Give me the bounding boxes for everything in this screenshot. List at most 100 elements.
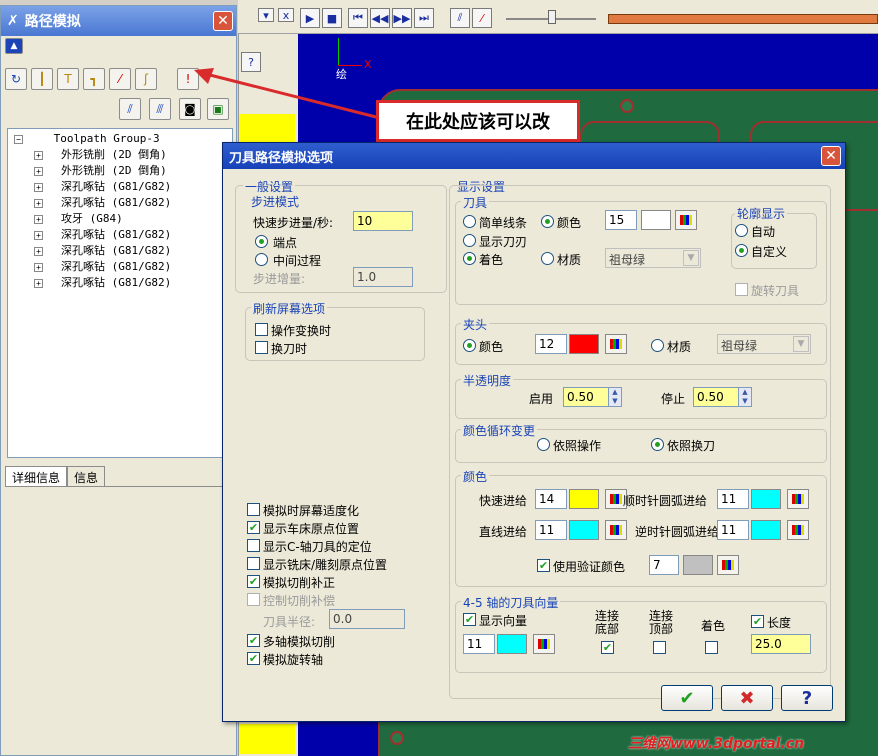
verify-color-checkbox[interactable]: ✔ — [537, 559, 550, 572]
rewind-icon[interactable]: ⏮ — [348, 8, 368, 28]
holder-icon[interactable]: T — [57, 68, 79, 90]
by-op-radio[interactable] — [537, 438, 550, 451]
stop-spinner[interactable]: ▲ ▼ — [738, 387, 752, 407]
auto-radio[interactable] — [735, 224, 748, 237]
op-change-checkbox[interactable] — [255, 323, 268, 336]
ok-button[interactable]: ✔ — [661, 685, 713, 711]
ccw-arc-input[interactable]: 11 — [717, 520, 749, 540]
connect-top-checkbox[interactable] — [653, 641, 666, 654]
palette-icon[interactable] — [675, 210, 697, 230]
expand-icon[interactable]: + — [34, 182, 43, 192]
expand-icon[interactable]: + — [34, 246, 43, 256]
start-input[interactable]: 0.50 — [563, 387, 609, 407]
mill-origin-checkbox[interactable] — [247, 557, 260, 570]
c-axis-checkbox[interactable] — [247, 539, 260, 552]
path-display-icon[interactable]: ⫽ — [119, 98, 141, 120]
by-tool-radio[interactable] — [651, 438, 664, 451]
vector-color-input[interactable]: 11 — [463, 634, 495, 654]
palette-icon[interactable] — [787, 520, 809, 540]
palette-icon[interactable] — [605, 520, 627, 540]
tree-item[interactable]: + 深孔啄钻 (G81/G82) — [34, 227, 171, 243]
expand-icon[interactable]: + — [34, 230, 43, 240]
length-input[interactable]: 25.0 — [751, 634, 811, 654]
chevron-down-icon[interactable]: ▼ — [683, 250, 699, 266]
verify-color-input[interactable]: 7 — [649, 555, 679, 575]
toolpath-tree[interactable]: − Toolpath Group-3 + 外形铣削 (2D 倒角) + 外形铣削 (… — [7, 128, 233, 458]
step-forward-icon[interactable]: ▶▶ — [392, 8, 412, 28]
linear-color-input[interactable]: 11 — [535, 520, 567, 540]
holder-color-radio[interactable] — [463, 339, 476, 352]
refresh-icon[interactable]: ↻ — [5, 68, 27, 90]
expand-icon[interactable]: + — [34, 198, 43, 208]
tree-item[interactable]: + 深孔啄钻 (G81/G82) — [34, 179, 171, 195]
vector-shade-checkbox[interactable] — [705, 641, 718, 654]
length-checkbox[interactable]: ✔ — [751, 615, 764, 628]
palette-icon[interactable] — [605, 334, 627, 354]
fixture-icon[interactable]: ┓ — [83, 68, 105, 90]
holder-material-radio[interactable] — [651, 339, 664, 352]
tree-item[interactable]: + 深孔啄钻 (G81/G82) — [34, 275, 171, 291]
dialog-close-button[interactable]: ✕ — [821, 146, 841, 166]
holder-color-input[interactable]: 12 — [535, 334, 567, 354]
expand-icon[interactable]: + — [34, 150, 43, 160]
cut-comp-checkbox[interactable]: ✔ — [247, 575, 260, 588]
multi-path-icon[interactable]: ⫻ — [149, 98, 171, 120]
palette-icon[interactable] — [787, 489, 809, 509]
tool-radius-input[interactable]: 0.0 — [329, 609, 405, 629]
lathe-origin-checkbox[interactable]: ✔ — [247, 521, 260, 534]
fast-forward-icon[interactable]: ⏭ — [414, 8, 434, 28]
tool-change-checkbox[interactable] — [255, 341, 268, 354]
progress-bar[interactable] — [608, 14, 878, 24]
stop-icon[interactable]: ■ — [322, 8, 342, 28]
panel-close-button[interactable]: ✕ — [213, 11, 233, 31]
chevron-down-icon[interactable]: ▼ — [793, 336, 809, 352]
path-icon[interactable]: ⁄ — [109, 68, 131, 90]
cancel-button[interactable]: ✖ — [721, 685, 773, 711]
rapid-input[interactable]: 10 — [353, 211, 413, 231]
custom-radio[interactable] — [735, 244, 748, 257]
tab-details[interactable]: 详细信息 — [5, 466, 68, 486]
tree-item[interactable]: + 外形铣削 (2D 倒角) — [34, 147, 167, 163]
dropdown-icon[interactable]: ▾ — [258, 8, 274, 22]
x-button[interactable]: x — [278, 8, 294, 22]
tab-info[interactable]: 信息 — [67, 466, 106, 486]
tool-material-select[interactable]: 祖母绿 ▼ — [605, 248, 701, 268]
cw-arc-input[interactable]: 11 — [717, 489, 749, 509]
boot-icon[interactable]: ʃ — [135, 68, 157, 90]
help-button[interactable]: ? — [781, 685, 833, 711]
play-icon[interactable]: ▶ — [300, 8, 320, 28]
stop-input[interactable]: 0.50 — [693, 387, 739, 407]
connect-bottom-checkbox[interactable]: ✔ — [601, 641, 614, 654]
expand-icon[interactable]: + — [34, 166, 43, 176]
ctrl-comp-checkbox[interactable] — [247, 593, 260, 606]
multi-axis-checkbox[interactable]: ✔ — [247, 634, 260, 647]
step-inc-input[interactable]: 1.0 — [353, 267, 413, 287]
collapse-icon[interactable]: − — [14, 134, 23, 144]
rotate-tool-checkbox[interactable] — [735, 283, 748, 296]
speed-slider-thumb[interactable] — [548, 10, 556, 24]
midprocess-radio[interactable] — [255, 253, 268, 266]
adapt-checkbox[interactable] — [247, 503, 260, 516]
holder-material-select[interactable]: 祖母绿 ▼ — [717, 334, 811, 354]
path-trace-icon[interactable]: ⫽ — [450, 8, 470, 28]
show-vector-checkbox[interactable]: ✔ — [463, 613, 476, 626]
rapid-color-input[interactable]: 14 — [535, 489, 567, 509]
start-spinner[interactable]: ▲ ▼ — [608, 387, 622, 407]
simple-line-radio[interactable] — [463, 215, 476, 228]
palette-icon[interactable] — [717, 555, 739, 575]
tree-item[interactable]: + 攻牙 (G84) — [34, 211, 123, 227]
expand-icon[interactable]: + — [34, 262, 43, 272]
tree-item[interactable]: + 外形铣削 (2D 倒角) — [34, 163, 167, 179]
show-tool-radio[interactable] — [463, 234, 476, 247]
tree-item[interactable]: + 深孔啄钻 (G81/G82) — [34, 195, 171, 211]
expand-icon[interactable]: + — [34, 278, 43, 288]
rotary-checkbox[interactable]: ✔ — [247, 652, 260, 665]
expand-icon[interactable]: + — [34, 214, 43, 224]
tree-item[interactable]: + 深孔啄钻 (G81/G82) — [34, 259, 171, 275]
tree-item[interactable]: + 深孔啄钻 (G81/G82) — [34, 243, 171, 259]
collapse-up-icon[interactable]: ▲ — [5, 38, 23, 54]
tool-material-radio[interactable] — [541, 252, 554, 265]
tool-color-radio[interactable] — [541, 215, 554, 228]
tool-color-input[interactable]: 15 — [605, 210, 637, 230]
palette-icon[interactable] — [533, 634, 555, 654]
